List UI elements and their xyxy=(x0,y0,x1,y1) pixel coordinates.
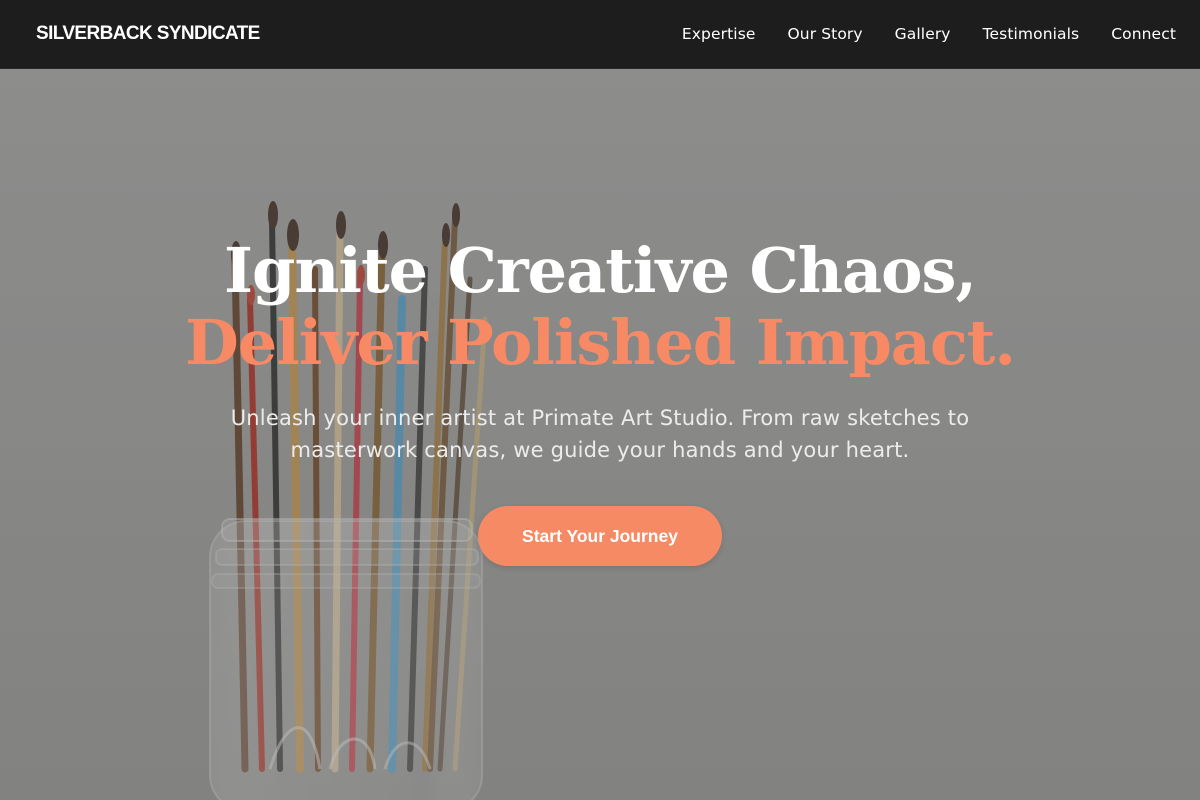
start-journey-button[interactable]: Start Your Journey xyxy=(478,506,722,566)
main-nav: Expertise Our Story Gallery Testimonials… xyxy=(682,22,1176,46)
nav-item-expertise: Expertise xyxy=(682,22,756,46)
nav-item-connect: Connect xyxy=(1111,22,1176,46)
nav-link-testimonials[interactable]: Testimonials xyxy=(983,25,1080,43)
hero-headline: Ignite Creative Chaos, Deliver Polished … xyxy=(0,235,1200,379)
nav-link-expertise[interactable]: Expertise xyxy=(682,25,756,43)
nav-link-gallery[interactable]: Gallery xyxy=(895,25,951,43)
nav-item-testimonials: Testimonials xyxy=(983,22,1080,46)
nav-item-gallery: Gallery xyxy=(895,22,951,46)
hero-section: Ignite Creative Chaos, Deliver Polished … xyxy=(0,69,1200,800)
brand-logo-text[interactable]: SILVERBACK SYNDICATE xyxy=(36,22,260,46)
nav-item-our-story: Our Story xyxy=(788,22,863,46)
top-navbar: SILVERBACK SYNDICATE Expertise Our Story… xyxy=(0,0,1200,69)
hero-headline-line1: Ignite Creative Chaos, xyxy=(224,234,977,307)
nav-link-connect[interactable]: Connect xyxy=(1111,25,1176,43)
hero-subtitle: Unleash your inner artist at Primate Art… xyxy=(230,406,970,462)
nav-link-our-story[interactable]: Our Story xyxy=(788,25,863,43)
hero-headline-line2: Deliver Polished Impact. xyxy=(185,306,1016,379)
